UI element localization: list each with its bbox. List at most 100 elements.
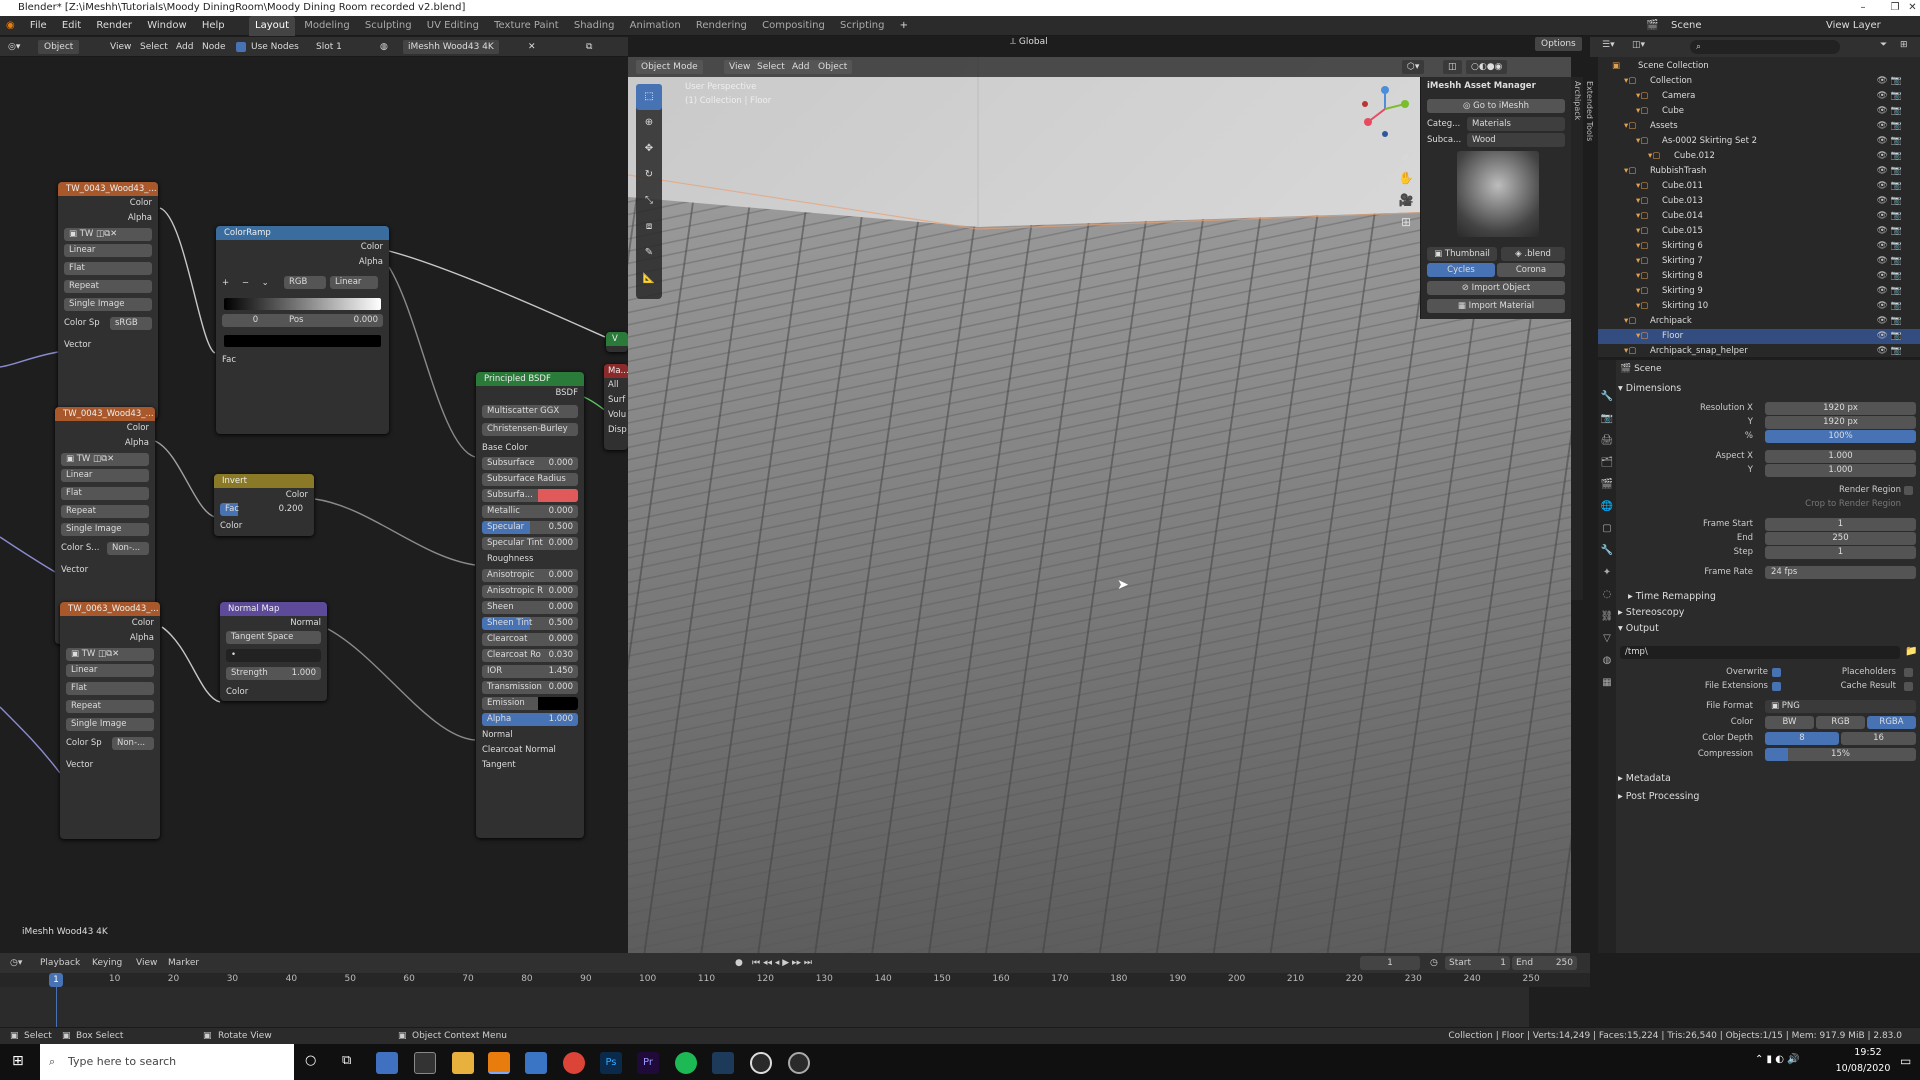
bsdf-param-specular-tint[interactable]: Specular Tint 0.000 <box>476 536 584 552</box>
minimize-icon[interactable]: – <box>1848 0 1878 16</box>
rotate-icon[interactable]: ↻ <box>636 162 662 188</box>
measure-icon[interactable]: 📐 <box>636 266 662 292</box>
tab-uv-editing[interactable]: UV Editing <box>421 16 485 36</box>
tab-sculpting[interactable]: Sculpting <box>359 16 418 36</box>
outliner-filter-mode-icon[interactable]: ◫▾ <box>1632 40 1645 50</box>
colorspace-dropdown[interactable]: Non-... <box>107 542 149 555</box>
visibility-icon[interactable]: 👁 📷 <box>1877 89 1903 104</box>
tab-scripting[interactable]: Scripting <box>834 16 890 36</box>
move-icon[interactable]: ✥ <box>636 136 662 162</box>
bsdf-param-ior[interactable]: IOR 1.450 <box>476 664 584 680</box>
modifier-icon[interactable]: 🔧 <box>1598 540 1616 562</box>
param-field[interactable]: Sheen Tint 0.500 <box>482 617 578 630</box>
output-panel-header[interactable]: ▾ Output <box>1618 622 1659 636</box>
timeline-view-menu[interactable]: View <box>136 953 157 973</box>
color-rgba-option[interactable]: RGBA <box>1867 716 1916 729</box>
add-stop-icon[interactable]: + <box>222 278 229 288</box>
bsdf-param-alpha[interactable]: Alpha 1.000 <box>476 712 584 728</box>
grid-icon[interactable]: ⊞ <box>1397 211 1415 233</box>
transform-icon[interactable]: ⧈ <box>636 214 662 240</box>
use-nodes-checkbox[interactable] <box>236 42 246 52</box>
color-bw-option[interactable]: BW <box>1765 716 1814 729</box>
tab-rendering[interactable]: Rendering <box>690 16 753 36</box>
current-frame-field[interactable]: 1 <box>1360 956 1420 970</box>
source-dropdown[interactable]: Single Image <box>64 298 152 311</box>
visibility-icon[interactable]: 👁 📷 <box>1877 74 1903 89</box>
outliner-item[interactable]: ▾▢ Archipack_snap_helper 👁 📷 <box>1598 344 1920 359</box>
clock-date[interactable]: 10/08/2020 <box>1828 1063 1898 1074</box>
viewport-object-menu[interactable]: Object <box>813 60 853 74</box>
param-field[interactable]: IOR 1.450 <box>482 665 578 678</box>
tab-compositing[interactable]: Compositing <box>756 16 831 36</box>
import-object-button[interactable]: ⊘ Import Object <box>1427 281 1565 295</box>
outliner-item[interactable]: ▾▢ Cube.014 👁 📷 <box>1598 209 1920 224</box>
uv-map-field[interactable]: • <box>226 649 321 662</box>
annotate-icon[interactable]: ✎ <box>636 240 662 266</box>
outliner-item[interactable]: ▾▢ Skirting 7 👁 📷 <box>1598 254 1920 269</box>
image-texture-node-1[interactable]: TW_0043_Wood43_... Color Alpha ▣ TW ◫⧉✕ … <box>58 182 158 419</box>
menu-edit[interactable]: Edit <box>56 16 87 36</box>
blender-logo-icon[interactable]: ◉ <box>0 16 21 36</box>
strength-field[interactable]: Strength 1.000 <box>226 667 321 680</box>
file-extensions-checkbox[interactable] <box>1772 682 1781 691</box>
image-selector[interactable]: ▣ TW ◫⧉✕ <box>66 648 154 661</box>
param-field[interactable]: Transmission 0.000 <box>482 681 578 694</box>
task-view-icon[interactable]: ⧉ <box>342 1053 351 1068</box>
marker-menu[interactable]: Marker <box>168 953 199 973</box>
preview-range-icon[interactable]: ◷ <box>1430 953 1438 973</box>
shading-modes-icon[interactable]: ○◐●◉ <box>1466 60 1508 74</box>
slot-dropdown[interactable]: Slot 1 <box>316 40 342 54</box>
partial-green-node[interactable]: V <box>606 332 628 352</box>
frame-end-field[interactable]: 250 <box>1765 532 1916 545</box>
extension-dropdown[interactable]: Repeat <box>61 505 149 518</box>
transform-orientation-dropdown[interactable]: ⟂ Global <box>1010 37 1048 47</box>
aspect-y-field[interactable]: 1.000 <box>1765 464 1916 477</box>
param-field[interactable]: Anisotropic 0.000 <box>482 569 578 582</box>
taskbar-search-input[interactable]: ⌕ Type here to search <box>40 1044 294 1080</box>
extension-dropdown[interactable]: Repeat <box>66 700 154 713</box>
compression-slider[interactable]: 15% <box>1765 748 1916 761</box>
extension-dropdown[interactable]: Repeat <box>64 280 152 293</box>
timeline[interactable]: ◷▾ Playback Keying View Marker ● ⏮ ◂◂ ◂ … <box>0 953 1590 1027</box>
blender-taskbar-icon[interactable] <box>488 1052 510 1074</box>
frame-step-field[interactable]: 1 <box>1765 546 1916 559</box>
tab-layout[interactable]: Layout <box>249 16 296 36</box>
colorspace-dropdown[interactable]: sRGB <box>110 317 152 330</box>
filter-icon[interactable]: ⏷ <box>1880 40 1887 50</box>
visibility-icon[interactable]: 👁 📷 <box>1877 149 1903 164</box>
add-workspace-icon[interactable]: + <box>894 16 914 36</box>
resolution-x-field[interactable]: 1920 px <box>1765 402 1916 415</box>
scale-icon[interactable]: ⤡ <box>636 188 662 214</box>
visibility-icon[interactable]: 👁 📷 <box>1877 239 1903 254</box>
visibility-icon[interactable]: 👁 📷 <box>1877 284 1903 299</box>
sidebar-tab[interactable]: Extended Tools <box>1583 77 1595 162</box>
folder-icon[interactable]: 📁 <box>1905 646 1917 657</box>
node-node-menu[interactable]: Node <box>202 40 226 54</box>
outliner-item[interactable]: ▾▢ As-0002 Skirting Set 2 👁 📷 <box>1598 134 1920 149</box>
xray-icon[interactable]: ◫ <box>1443 60 1462 74</box>
render-icon[interactable]: 📷 <box>1598 408 1616 430</box>
category-dropdown[interactable]: Materials <box>1467 117 1565 131</box>
stop-color-swatch[interactable] <box>224 335 381 347</box>
visibility-icon[interactable]: 👁 📷 <box>1877 164 1903 179</box>
photoshop-icon[interactable]: Ps <box>600 1052 622 1074</box>
object-dropdown[interactable]: Object <box>38 40 80 54</box>
subcategory-dropdown[interactable]: Wood <box>1467 133 1565 147</box>
image-texture-node-3[interactable]: TW_0063_Wood43_... Color Alpha ▣ TW ◫⧉✕ … <box>60 602 160 839</box>
interpolation-dropdown[interactable]: Linear <box>66 664 154 677</box>
view-layer-icon[interactable]: 🗂 <box>1598 452 1616 474</box>
projection-dropdown[interactable]: Flat <box>66 682 154 695</box>
visibility-icon[interactable]: 👁 📷 <box>1877 119 1903 134</box>
premiere-icon[interactable]: Pr <box>637 1052 659 1074</box>
outliner-item[interactable]: ▾▢ Skirting 8 👁 📷 <box>1598 269 1920 284</box>
visibility-icon[interactable]: 👁 📷 <box>1877 179 1903 194</box>
texture-icon[interactable]: ▦ <box>1598 672 1616 694</box>
pan-hand-icon[interactable]: ✋ <box>1397 167 1415 189</box>
param-field[interactable]: Metallic 0.000 <box>482 505 578 518</box>
param-field[interactable]: Specular 0.500 <box>482 521 578 534</box>
calculator-icon[interactable] <box>525 1052 547 1074</box>
bsdf-param-roughness[interactable]: Roughness <box>476 552 584 568</box>
blend-toggle[interactable]: ◈ .blend <box>1501 247 1565 261</box>
viewport-view-menu[interactable]: View <box>724 60 756 74</box>
bsdf-param-transmission[interactable]: Transmission 0.000 <box>476 680 584 696</box>
